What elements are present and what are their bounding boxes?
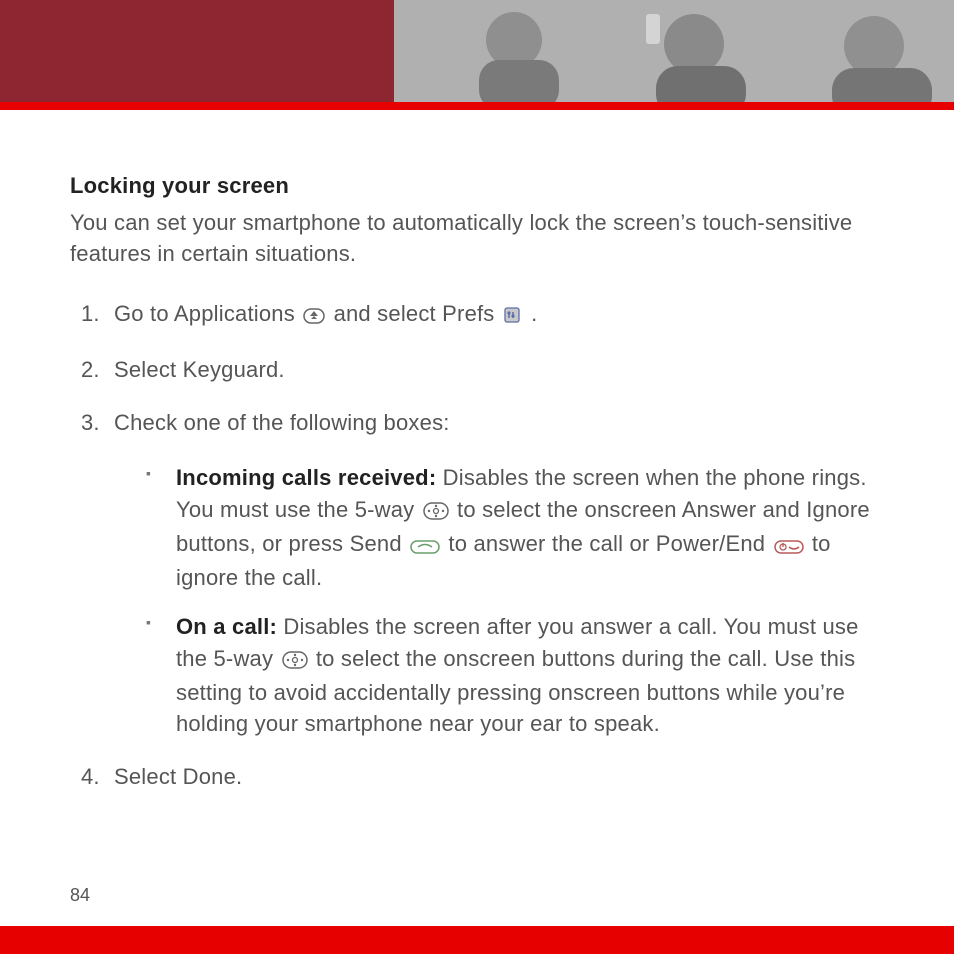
applications-icon xyxy=(303,301,325,332)
step-1-text-a: Go to Applications xyxy=(114,301,301,326)
intro-paragraph: You can set your smartphone to automatic… xyxy=(70,207,884,269)
five-way-icon xyxy=(423,497,449,528)
red-footer-bar xyxy=(0,926,954,954)
step-2: Select Keyguard. xyxy=(106,354,884,385)
option-on-call: On a call: Disables the screen after you… xyxy=(146,611,884,739)
step-4: Select Done. xyxy=(106,761,884,792)
header-banner xyxy=(0,0,954,102)
step-1: Go to Applications and select Prefs . xyxy=(106,298,884,332)
step-3-text: Check one of the following boxes: xyxy=(114,410,450,435)
option-on-call-title: On a call: xyxy=(176,614,283,639)
step-1-text-c: . xyxy=(531,301,537,326)
step-3: Check one of the following boxes: Incomi… xyxy=(106,407,884,739)
send-key-icon xyxy=(410,531,440,562)
section-heading: Locking your screen xyxy=(70,170,884,201)
page-number: 84 xyxy=(70,885,90,906)
option-incoming-title: Incoming calls received: xyxy=(176,465,443,490)
power-end-key-icon xyxy=(774,531,804,562)
five-way-icon xyxy=(282,646,308,677)
option-incoming-c: to answer the call or Power/End xyxy=(448,531,771,556)
page-content: Locking your screen You can set your sma… xyxy=(0,110,954,793)
red-divider-top xyxy=(0,102,954,110)
header-photo xyxy=(394,0,954,102)
step-1-text-b: and select Prefs xyxy=(334,301,501,326)
step-list: Go to Applications and select Prefs . Se… xyxy=(70,298,884,793)
prefs-icon xyxy=(503,301,523,332)
option-list: Incoming calls received: Disables the sc… xyxy=(146,462,884,739)
option-incoming: Incoming calls received: Disables the sc… xyxy=(146,462,884,593)
